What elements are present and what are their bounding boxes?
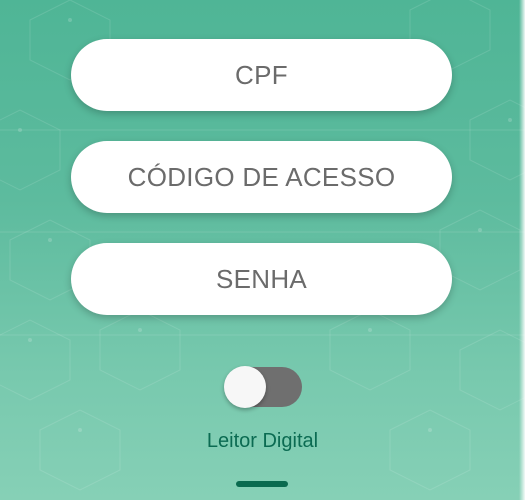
fingerprint-reader-label: Leitor Digital xyxy=(206,430,319,452)
password-input[interactable]: SENHA xyxy=(71,243,452,315)
access-code-placeholder: CÓDIGO DE ACESSO xyxy=(127,161,396,192)
cpf-input[interactable]: CPF xyxy=(71,39,452,111)
password-placeholder: SENHA xyxy=(215,263,308,294)
cpf-placeholder: CPF xyxy=(235,59,288,90)
home-indicator[interactable] xyxy=(236,481,288,487)
screen-edge xyxy=(519,0,525,500)
toggle-knob xyxy=(224,366,266,408)
access-code-input[interactable]: CÓDIGO DE ACESSO xyxy=(71,141,452,213)
fingerprint-reader-toggle[interactable] xyxy=(224,366,302,408)
